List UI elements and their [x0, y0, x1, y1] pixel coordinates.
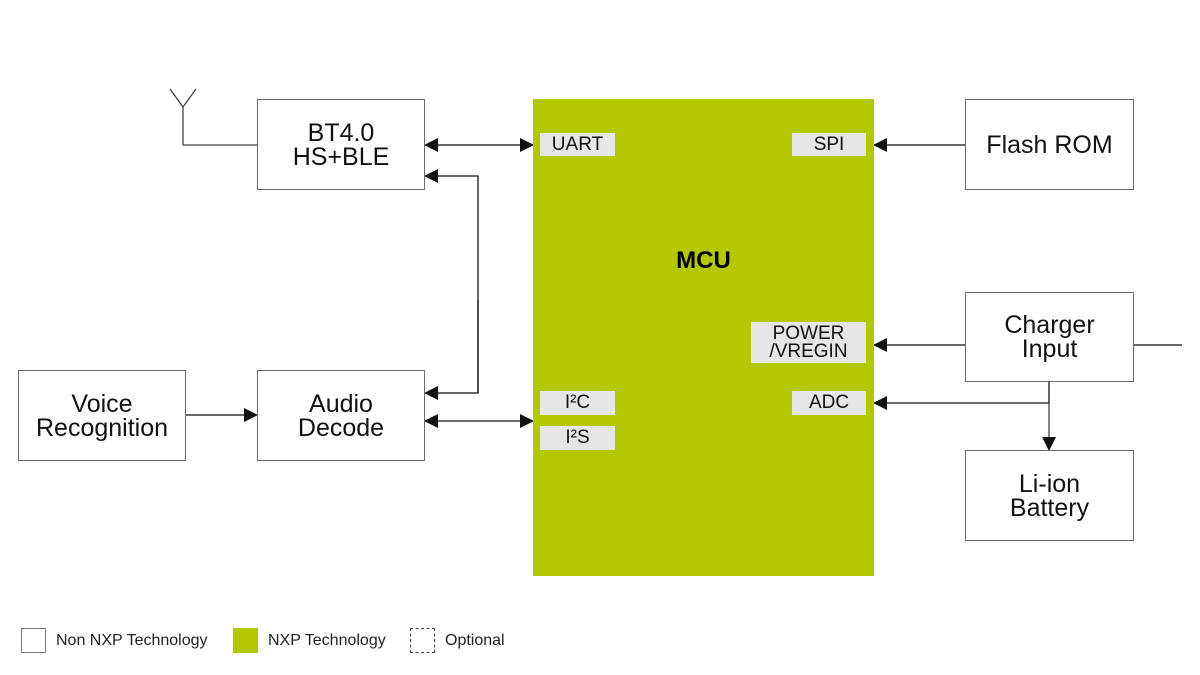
flash-line1: Flash ROM [986, 130, 1113, 159]
legend-non-nxp: Non NXP Technology [21, 628, 208, 653]
battery-line1: Li-ion [1018, 469, 1081, 498]
legend-label-optional: Optional [445, 631, 505, 649]
legend-label-non-nxp: Non NXP Technology [56, 631, 208, 649]
legend-swatch-optional [410, 628, 435, 653]
voice-line2: Recognition [35, 413, 169, 442]
bt-line2: HS+BLE [292, 142, 390, 171]
port-adc: ADC [792, 391, 866, 415]
port-power-line1: POWER [772, 322, 845, 344]
port-spi: SPI [792, 133, 866, 156]
legend-swatch-nxp [233, 628, 258, 653]
port-uart: UART [540, 133, 615, 156]
charger-line1: Charger [1004, 311, 1095, 339]
bt-module-block: BT4.0 HS+BLE [257, 99, 425, 190]
port-i2c: I²C [540, 391, 615, 415]
wire-bt-audio [424, 300, 479, 400]
li-ion-battery-block: Li-ion Battery [965, 450, 1134, 541]
wire-audio-bt [424, 169, 479, 393]
audio-decode-block: Audio Decode [257, 370, 425, 461]
antenna-icon [169, 88, 257, 146]
legend-label-nxp: NXP Technology [268, 631, 386, 649]
wire-charger-adc [873, 382, 1050, 410]
audio-line2: Decode [297, 413, 385, 442]
audio-line1: Audio [309, 389, 373, 418]
legend-nxp: NXP Technology [233, 628, 386, 653]
port-i2s: I²S [540, 426, 615, 450]
voice-recognition-block: Voice Recognition [18, 370, 186, 461]
port-power-vregin: POWER /VREGIN [751, 322, 866, 363]
mcu-block: MCU UART SPI POWER /VREGIN ADC I²C I²S [533, 99, 874, 576]
legend-optional: Optional [410, 628, 505, 653]
legend-swatch-non-nxp [21, 628, 46, 653]
charger-input-block: Charger Input [965, 292, 1134, 382]
battery-line2: Battery [1009, 493, 1090, 522]
voice-line1: Voice [71, 389, 133, 418]
mcu-title: MCU [676, 247, 731, 274]
flash-rom-block: Flash ROM [965, 99, 1134, 190]
bt-line1: BT4.0 [307, 118, 375, 147]
charger-line2: Input [1021, 335, 1078, 363]
port-power-line2: /VREGIN [769, 340, 848, 362]
